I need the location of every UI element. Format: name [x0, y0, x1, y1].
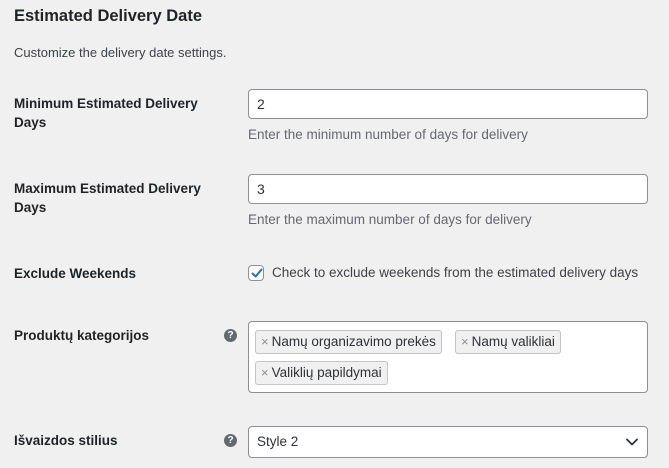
- question-circle-icon[interactable]: ?: [224, 434, 237, 447]
- remove-icon[interactable]: ×: [261, 362, 269, 384]
- category-chip: × Namų valikliai: [455, 330, 561, 354]
- chip-label: Namų valikliai: [471, 334, 555, 349]
- exclude-weekends-label: Exclude Weekends: [14, 266, 137, 281]
- categories-label: Produktų kategorijos: [14, 328, 150, 343]
- style-label: Išvaizdos stilius: [14, 433, 118, 448]
- checkmark-icon: [251, 268, 263, 278]
- chip-label: Valiklių papildymai: [271, 365, 382, 380]
- max-days-input[interactable]: 3: [248, 174, 648, 204]
- max-days-label: Maximum Estimated Delivery Days: [14, 181, 201, 215]
- remove-icon[interactable]: ×: [461, 331, 469, 353]
- exclude-weekends-description: Check to exclude weekends from the estim…: [272, 265, 639, 280]
- min-days-input[interactable]: 2: [248, 89, 648, 119]
- remove-icon[interactable]: ×: [261, 331, 269, 353]
- categories-multiselect[interactable]: × Namų organizavimo prekės × Namų valiklia…: [248, 321, 648, 393]
- min-days-label: Minimum Estimated Delivery Days: [14, 96, 198, 130]
- exclude-weekends-checkbox[interactable]: [248, 265, 264, 281]
- page-title: Estimated Delivery Date: [14, 7, 203, 25]
- page-description: Customize the delivery date settings.: [14, 45, 227, 60]
- category-chip: × Namų organizavimo prekės: [255, 330, 442, 354]
- min-days-help: Enter the minimum number of days for del…: [248, 127, 528, 142]
- max-days-help: Enter the maximum number of days for del…: [248, 212, 532, 227]
- settings-page: Estimated Delivery Date Customize the de…: [0, 0, 669, 468]
- question-circle-icon[interactable]: ?: [224, 329, 237, 342]
- style-select[interactable]: Style 2: [248, 426, 648, 458]
- category-chip: × Valiklių papildymai: [255, 361, 388, 385]
- style-selected-value: Style 2: [257, 434, 299, 449]
- chevron-down-icon: [626, 438, 638, 446]
- chip-label: Namų organizavimo prekės: [271, 334, 436, 349]
